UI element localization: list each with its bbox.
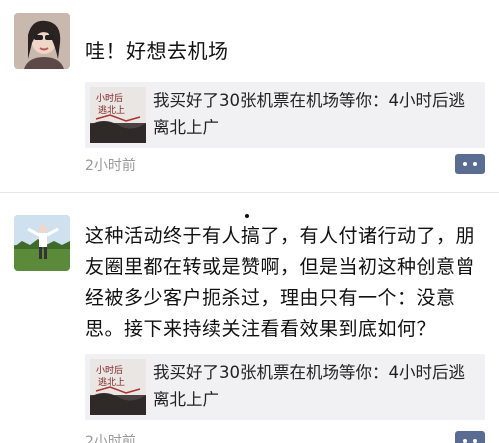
post-time: 2小时前 xyxy=(85,158,136,174)
moment-post: 哇！好想去机场 小时后 逃北上 我买好了30张机票在机场等你：4小时后逃离北上广… xyxy=(0,0,499,193)
article-thumbnail: 小时后 逃北上 xyxy=(90,359,146,415)
svg-text:小时后: 小时后 xyxy=(96,92,123,104)
comment-dots-icon[interactable] xyxy=(455,431,485,443)
svg-text:逃北上: 逃北上 xyxy=(98,104,125,116)
moments-feed: 哇！好想去机场 小时后 逃北上 我买好了30张机票在机场等你：4小时后逃离北上广… xyxy=(0,0,499,443)
article-title: 我买好了30张机票在机场等你：4小时后逃离北上广 xyxy=(153,363,465,409)
shared-article-card[interactable]: 小时后 逃北上 我买好了30张机票在机场等你：4小时后逃离北上广 xyxy=(85,354,485,420)
comment-dots-icon[interactable] xyxy=(455,154,485,174)
svg-text:小时后: 小时后 xyxy=(96,364,123,376)
post-text: 哇！好想去机场 xyxy=(85,39,229,63)
post-time: 2小时前 xyxy=(85,434,136,443)
avatar[interactable] xyxy=(14,215,70,271)
article-thumbnail: 小时后 逃北上 xyxy=(90,87,146,143)
avatar[interactable] xyxy=(14,13,70,69)
moment-post: 这种活动终于有人搞了，有人付诸行动了，朋友圈里都在转或是赞啊，但是当初这种创意曾… xyxy=(0,193,499,443)
shared-article-card[interactable]: 小时后 逃北上 我买好了30张机票在机场等你：4小时后逃离北上广 xyxy=(85,82,485,148)
article-title: 我买好了30张机票在机场等你：4小时后逃离北上广 xyxy=(153,91,465,137)
post-text: 这种活动终于有人搞了，有人付诸行动了，朋友圈里都在转或是赞啊，但是当初这种创意曾… xyxy=(85,225,476,340)
svg-text:逃北上: 逃北上 xyxy=(98,376,125,388)
